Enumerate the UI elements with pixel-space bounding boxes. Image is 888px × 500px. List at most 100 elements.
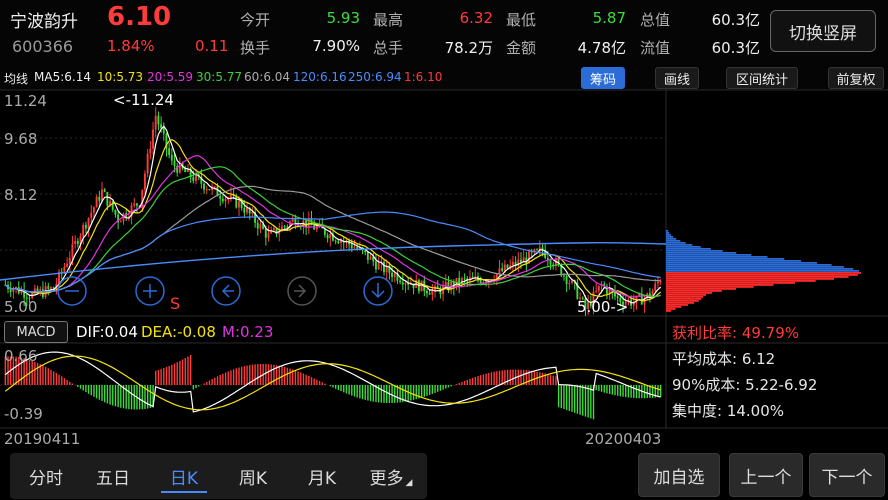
chip-bar — [666, 282, 795, 284]
chip-bar — [666, 278, 835, 280]
candle-body — [71, 243, 74, 258]
chip-bar — [666, 262, 818, 264]
chip-bar — [666, 242, 686, 244]
candle-body — [170, 154, 173, 161]
max-price-marker: <-11.24 — [113, 91, 174, 109]
candle-body — [224, 198, 227, 202]
candle-body — [149, 148, 152, 154]
candle-body — [391, 272, 393, 278]
candle-body — [334, 240, 337, 242]
candle-body — [135, 203, 138, 206]
chip-bar — [666, 258, 785, 260]
candle-body — [353, 247, 356, 249]
chip-bar — [666, 304, 688, 306]
candle-body — [426, 290, 428, 294]
candle-body — [377, 263, 380, 270]
candle-body — [82, 224, 85, 237]
candle-body — [208, 189, 211, 191]
jump-end-icon[interactable] — [363, 276, 393, 306]
candle-body — [565, 275, 568, 284]
y-axis-bottom: 5.00 — [4, 298, 38, 316]
macd-button[interactable]: MACD — [4, 321, 68, 343]
zoom-out-icon[interactable] — [57, 276, 87, 306]
chip-bar — [666, 240, 681, 242]
chip-bar — [666, 272, 861, 274]
tab-intraday[interactable]: 分时 — [15, 453, 77, 499]
candle-body — [68, 257, 71, 264]
candle-body — [656, 281, 659, 284]
tab-five-day[interactable]: 五日 — [82, 453, 144, 499]
candle-body — [420, 280, 423, 292]
candle-body — [272, 228, 275, 231]
candle-body — [154, 115, 157, 130]
candle-body — [428, 293, 431, 295]
chevron-down-icon: ◢ — [405, 478, 413, 488]
chip-bar — [666, 266, 844, 268]
candle-body — [47, 286, 50, 289]
ma20-line — [4, 155, 661, 298]
concentration: 集中度: 14.00% — [672, 402, 785, 420]
chip-bar — [666, 244, 693, 246]
zoom-in-icon[interactable] — [135, 276, 165, 306]
next-stock-button[interactable]: 下一个 — [809, 453, 885, 497]
candle-body — [203, 183, 205, 190]
candle-body — [12, 289, 15, 293]
pan-right-icon[interactable] — [287, 276, 317, 306]
candle-body — [221, 198, 224, 202]
candle-body — [92, 207, 95, 213]
chip-bar — [666, 234, 671, 236]
chip-bar — [666, 290, 722, 292]
candle-body — [76, 241, 79, 245]
chip-bar — [666, 238, 677, 240]
tab-weekly-k[interactable]: 周K — [222, 453, 284, 499]
candle-body — [219, 196, 222, 199]
chip-bar — [666, 296, 704, 298]
chip-bar — [666, 284, 774, 286]
chart-controls — [57, 276, 393, 306]
min-price-marker: 5.00-> — [577, 298, 629, 316]
chip-bar — [666, 250, 723, 252]
candle-body — [162, 127, 165, 134]
candle-body — [595, 290, 598, 292]
candle-body — [173, 160, 176, 167]
candle-body — [383, 261, 385, 273]
candle-body — [538, 247, 541, 250]
chip-bar — [666, 298, 702, 300]
tab-more[interactable]: 更多 ◢ — [360, 453, 422, 499]
candle-body — [536, 249, 538, 251]
candle-body — [90, 212, 93, 219]
chip-bar — [666, 274, 858, 276]
candle-body — [238, 201, 240, 208]
candle-body — [95, 196, 98, 208]
candle-body — [87, 218, 90, 229]
candle-body — [654, 283, 657, 292]
chip-bar — [666, 256, 768, 258]
candle-body — [340, 240, 342, 244]
tab-daily-k[interactable]: 日K — [153, 453, 215, 499]
kline-chart[interactable] — [0, 0, 888, 500]
candle-body — [404, 283, 407, 285]
candle-body — [146, 153, 149, 174]
cost-90: 90%成本: 5.22-6.92 — [672, 376, 818, 394]
start-date: 20190411 — [4, 430, 81, 448]
candle-body — [9, 288, 12, 293]
candle-body — [329, 233, 332, 239]
candle-body — [479, 279, 482, 284]
dif-line — [4, 351, 661, 413]
pan-left-icon[interactable] — [211, 276, 241, 306]
end-date: 20200403 — [585, 430, 662, 448]
chip-bar — [666, 300, 699, 302]
previous-stock-button[interactable]: 上一个 — [729, 453, 803, 497]
candle-body — [63, 266, 66, 272]
average-cost: 平均成本: 6.12 — [672, 350, 776, 368]
add-watchlist-button[interactable]: 加自选 — [638, 453, 720, 497]
candle-body — [283, 226, 286, 228]
chip-bar — [666, 302, 695, 304]
macd-y-top: 0.66 — [4, 347, 38, 365]
candle-body — [506, 264, 509, 269]
dea-line — [4, 355, 661, 411]
candle-body — [205, 189, 208, 191]
chip-bar — [666, 270, 860, 272]
tab-monthly-k[interactable]: 月K — [291, 453, 353, 499]
candle-body — [291, 218, 294, 222]
